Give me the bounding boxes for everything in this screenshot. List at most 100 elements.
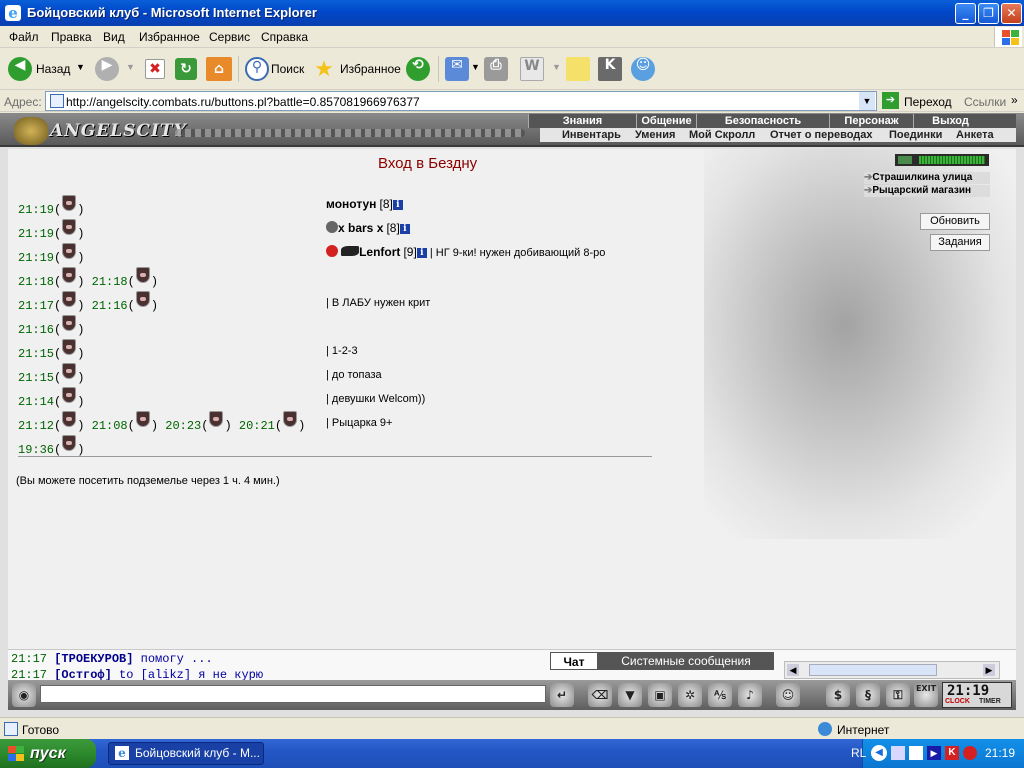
minimize-button[interactable]: _	[955, 3, 976, 24]
shield-icon[interactable]	[62, 267, 77, 283]
nav-profile[interactable]: Анкета	[956, 128, 994, 142]
shield-icon[interactable]	[62, 411, 77, 427]
favorites-star-icon[interactable]: ★	[312, 57, 336, 82]
shield-icon[interactable]	[62, 363, 77, 379]
shield-icon[interactable]	[62, 435, 77, 451]
menu-view[interactable]: Вид	[103, 30, 125, 44]
menu-file[interactable]: Файл	[9, 30, 39, 44]
address-dropdown-icon[interactable]: ▼	[859, 92, 875, 110]
tab-chat[interactable]: Чат	[550, 652, 598, 670]
close-button[interactable]: ✕	[1001, 3, 1022, 24]
nav-skills[interactable]: Умения	[635, 128, 676, 142]
back-dropdown-icon[interactable]: ▼	[76, 62, 85, 72]
nav-inventory[interactable]: Инвентарь	[562, 128, 621, 142]
shield-icon[interactable]	[62, 387, 77, 403]
chevron-left-icon[interactable]: ◀	[787, 664, 799, 676]
send-icon[interactable]: ↵	[550, 683, 574, 707]
k-icon[interactable]: K	[598, 57, 622, 81]
chevron-right-icon[interactable]: ▶	[983, 664, 995, 676]
forward-arrow-icon[interactable]: ▶	[95, 57, 119, 81]
media-player-icon[interactable]: ▶	[927, 746, 941, 760]
messenger-icon[interactable]: ☺	[631, 57, 655, 81]
timer-label[interactable]: TIMER	[979, 698, 1001, 705]
menu-edit[interactable]: Правка	[51, 30, 92, 44]
shield-icon[interactable]	[283, 411, 298, 427]
eraser-icon[interactable]: ⌫	[588, 683, 612, 707]
link-scary-street[interactable]: ➔Страшилкина улица	[864, 172, 990, 184]
maximize-button[interactable]: ❐	[978, 3, 999, 24]
back-button[interactable]: Назад	[36, 62, 70, 76]
back-arrow-icon[interactable]: ◀	[8, 57, 32, 81]
player-name[interactable]: Lenfort	[359, 245, 400, 259]
chat-mode-icon[interactable]: ◉	[12, 683, 36, 707]
note-icon[interactable]	[566, 57, 590, 81]
save-icon[interactable]: ▣	[648, 683, 672, 707]
address-url[interactable]: http://angelscity.combats.ru/buttons.pl?…	[66, 95, 420, 109]
links-button[interactable]: Ссылки	[964, 95, 1006, 109]
sound-icon[interactable]: ♪	[738, 683, 762, 707]
shield-icon[interactable]	[62, 291, 77, 307]
mail-dropdown-icon[interactable]: ▼	[471, 62, 480, 72]
exit-icon[interactable]: EXIT	[914, 683, 938, 707]
nav-fights[interactable]: Поединки	[889, 128, 943, 142]
favorites-button[interactable]: Избранное	[340, 62, 401, 76]
nav-communication[interactable]: Общение	[636, 114, 696, 128]
menu-favorites[interactable]: Избранное	[139, 30, 200, 44]
translit-icon[interactable]: ⅍	[708, 683, 732, 707]
language-indicator[interactable]: RL	[851, 746, 866, 760]
menu-help[interactable]: Справка	[261, 30, 308, 44]
smiley-icon[interactable]: ☺	[776, 683, 800, 707]
nav-character[interactable]: Персонаж	[829, 114, 913, 128]
player-name[interactable]: x bars x	[338, 221, 383, 235]
edit-word-icon[interactable]: W	[520, 57, 544, 81]
nav-exit[interactable]: Выход	[913, 114, 987, 128]
print-icon[interactable]: ⎙	[484, 57, 508, 81]
tasks-button[interactable]: Задания	[930, 234, 990, 251]
scroll-icon[interactable]: §	[856, 683, 880, 707]
info-icon[interactable]: i	[416, 248, 427, 258]
search-icon[interactable]: ⚲	[245, 57, 269, 81]
chat-nick[interactable]: [ТРОЕКУРОВ]	[54, 652, 133, 666]
shield-icon[interactable]	[135, 411, 150, 427]
info-icon[interactable]: i	[392, 200, 403, 210]
chat-nick[interactable]: [Остгоф]	[54, 668, 112, 680]
nav-security[interactable]: Безопасность	[696, 114, 829, 128]
chevron-right-icon[interactable]: »	[1011, 93, 1018, 107]
chat-scrollbar[interactable]: ◀ ▶	[784, 661, 1000, 679]
antivirus-icon[interactable]	[963, 746, 977, 760]
fighter-icon[interactable]: ✲	[678, 683, 702, 707]
forward-dropdown-icon[interactable]: ▼	[126, 62, 135, 72]
k-icon[interactable]: K	[945, 746, 959, 760]
home-icon[interactable]: ⌂	[206, 57, 232, 81]
shield-icon[interactable]	[62, 195, 77, 211]
edit-dropdown-icon[interactable]: ▼	[552, 62, 561, 72]
lock-icon[interactable]: ⚿	[886, 683, 910, 707]
filter-icon[interactable]: ▼	[618, 683, 642, 707]
search-button[interactable]: Поиск	[271, 62, 304, 76]
shield-icon[interactable]	[62, 315, 77, 331]
history-icon[interactable]: ⟲	[406, 57, 430, 81]
link-knight-shop[interactable]: ➔Рыцарский магазин	[864, 185, 990, 197]
info-icon[interactable]: i	[399, 224, 410, 234]
refresh-button[interactable]: Обновить	[920, 213, 990, 230]
tray-clock[interactable]: 21:19	[985, 746, 1015, 760]
shield-icon[interactable]	[135, 267, 150, 283]
go-button[interactable]: ➔ Переход	[880, 91, 958, 111]
stop-icon[interactable]: ✖	[145, 59, 165, 79]
chevron-left-icon[interactable]: ◀	[871, 745, 887, 761]
nav-my-scroll[interactable]: Мой Скролл	[689, 128, 756, 142]
shield-icon[interactable]	[62, 243, 77, 259]
tab-system-messages[interactable]: Системные сообщения	[598, 652, 774, 670]
nav-knowledge[interactable]: Знания	[528, 114, 636, 128]
shield-icon[interactable]	[62, 339, 77, 355]
mail-icon[interactable]: ✉	[445, 57, 469, 81]
scroll-thumb[interactable]	[809, 664, 937, 676]
refresh-icon[interactable]: ↻	[175, 58, 197, 80]
money-bag-icon[interactable]: $	[826, 683, 850, 707]
nav-transfer-report[interactable]: Отчет о переводах	[770, 128, 873, 142]
clock-label[interactable]: CLOCK	[945, 698, 970, 705]
shield-icon[interactable]	[62, 219, 77, 235]
player-name[interactable]: монотун	[326, 197, 376, 211]
shield-icon[interactable]	[135, 291, 150, 307]
start-button[interactable]: пуск	[0, 739, 96, 768]
